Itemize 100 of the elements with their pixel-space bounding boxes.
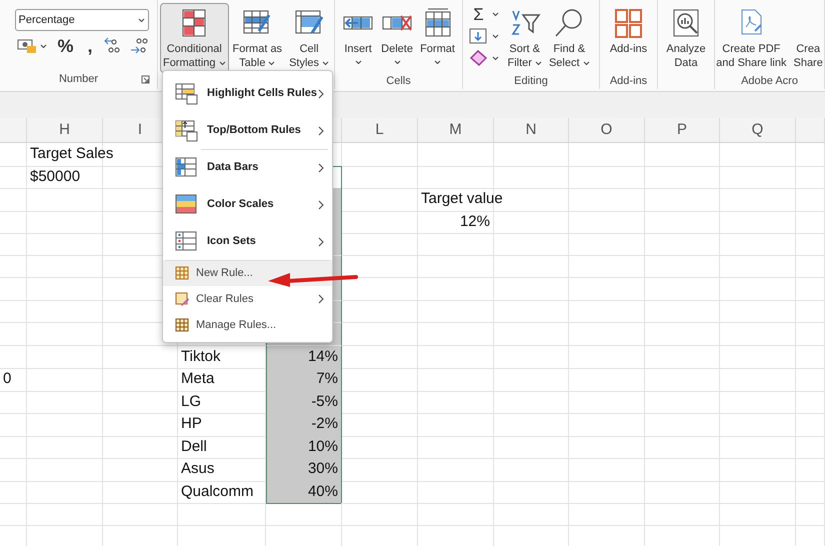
column-header[interactable]: N: [494, 118, 569, 142]
cell-text: 40%: [308, 482, 338, 502]
color-scales-icon: [175, 194, 199, 216]
cell-text: HP: [181, 414, 202, 434]
format-button[interactable]: [104, 37, 122, 55]
table-cell: [796, 256, 825, 278]
group-label: Editing: [514, 74, 548, 89]
icon-sets-icon: [175, 230, 199, 252]
table-cell: [0, 278, 27, 300]
ribbon-button[interactable]: Format: [417, 3, 458, 73]
table-cell: [796, 346, 825, 369]
group-label: Cells: [386, 74, 411, 89]
table-cell: [0, 436, 27, 459]
column-header[interactable]: H: [27, 118, 103, 142]
caret-icon: [492, 34, 500, 38]
table-cell: [796, 436, 825, 459]
add-ins-icon: [612, 7, 644, 39]
caret-icon: [138, 18, 144, 22]
caret-icon: [322, 60, 330, 66]
ribbon-button[interactable]: Find & Select: [546, 3, 593, 73]
increase-decimal-icon: [104, 37, 122, 55]
cell-text: 10%: [308, 436, 338, 456]
caret-icon: [354, 60, 362, 65]
caret-icon: [40, 44, 46, 48]
caret-icon: [582, 60, 590, 66]
chevron-right-icon: [318, 294, 324, 304]
caret-icon: [534, 60, 542, 66]
ribbon-button[interactable]: Add-ins: [606, 3, 650, 73]
menu-item[interactable]: Data Bars: [163, 149, 332, 186]
menu-item[interactable]: Clear Rules: [163, 286, 332, 312]
menu-item[interactable]: New Rule...: [163, 260, 332, 286]
grid-icon: [175, 318, 189, 332]
editing-button[interactable]: Σ: [469, 5, 500, 23]
table-cell: [796, 413, 825, 436]
menu-item[interactable]: Icon Sets: [163, 223, 332, 260]
top-bottom-rules-icon: [175, 120, 199, 142]
grid-icon: [175, 266, 189, 280]
fill-down-icon: [469, 28, 488, 44]
column-header[interactable]: P: [645, 118, 720, 142]
cell-text: Asus: [181, 459, 214, 479]
decrease-decimal-icon: [130, 37, 148, 55]
table-cell: [796, 480, 825, 504]
table-cell: [0, 323, 27, 346]
caret-icon: [492, 12, 500, 16]
menu-item[interactable]: Color Scales: [163, 186, 332, 223]
chevron-right-icon: [318, 200, 324, 210]
caret-icon: [268, 60, 276, 66]
ribbon-button[interactable]: Crea Share: [790, 3, 825, 73]
table-cell: [796, 368, 825, 392]
cell-text: 14%: [308, 346, 338, 366]
cell-text: Dell: [181, 436, 207, 456]
chevron-right-icon: [318, 88, 324, 98]
group-label: Add-ins: [610, 74, 648, 89]
table-cell: [796, 390, 825, 414]
menu-item[interactable]: Highlight Cells Rules: [163, 75, 332, 112]
ribbon-button[interactable]: Sort & Filter: [504, 3, 545, 73]
chevron-right-icon: [318, 236, 324, 246]
table-cell: [796, 300, 825, 323]
table-cell: [796, 166, 825, 189]
table-cell: [0, 256, 27, 278]
format-button[interactable]: ,: [84, 37, 96, 55]
format-button[interactable]: %: [54, 37, 77, 55]
cell-text: 12%: [460, 212, 490, 232]
table-cell: [796, 233, 825, 256]
column-header[interactable]: M: [418, 118, 494, 142]
cell-text: Tiktok: [181, 346, 220, 366]
group-label: Number: [58, 72, 98, 87]
table-cell: [0, 480, 27, 504]
table-cell: [796, 143, 825, 166]
table-cell: [796, 278, 825, 300]
cell-text: LG: [181, 392, 202, 412]
ribbon-button[interactable]: Create PDF and Share link: [713, 3, 790, 73]
group-label: Adobe Acro: [741, 74, 798, 89]
editing-button[interactable]: [469, 27, 500, 45]
chevron-right-icon: [318, 126, 324, 136]
column-header[interactable]: Q: [720, 118, 796, 142]
editing-button[interactable]: [469, 49, 500, 67]
caret-icon: [394, 60, 401, 65]
ribbon-button[interactable]: Conditional Formatting: [160, 3, 229, 73]
cell-text: $50000: [30, 166, 80, 186]
ribbon-button[interactable]: Delete: [378, 3, 416, 73]
caret-icon: [434, 60, 441, 65]
column-header[interactable]: L: [342, 118, 418, 142]
cell-text: Target Sales: [30, 144, 114, 164]
dialog-launcher-icon[interactable]: [141, 74, 150, 84]
menu-item[interactable]: Manage Rules...: [163, 312, 332, 338]
caret-icon: [492, 56, 500, 60]
chevron-right-icon: [318, 162, 324, 172]
number-format-dropdown[interactable]: Percentage: [14, 9, 148, 31]
cell-text: Qualcomm: [181, 482, 254, 502]
format-button[interactable]: [16, 38, 46, 54]
table-cell: [796, 188, 825, 212]
ribbon-button[interactable]: Insert: [339, 3, 378, 73]
ribbon-button[interactable]: Analyze Data: [663, 3, 709, 73]
column-header[interactable]: O: [569, 118, 645, 142]
format-button[interactable]: [130, 37, 148, 55]
table-cell: [796, 458, 825, 482]
table-cell: [0, 413, 27, 436]
table-cell: [0, 300, 27, 323]
cell-text: -5%: [311, 392, 338, 412]
